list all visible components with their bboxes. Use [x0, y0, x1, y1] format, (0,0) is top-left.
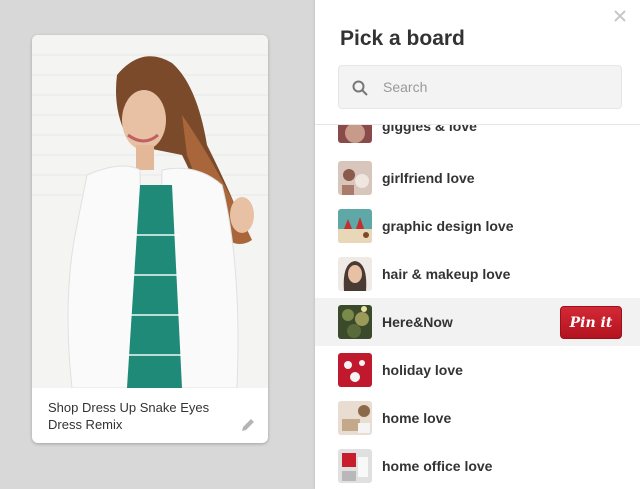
board-list: giggles & love girlfriend love graphic d…	[315, 125, 640, 489]
board-thumbnail	[338, 125, 372, 143]
board-item-selected[interactable]: Here&Now Pin it	[315, 298, 640, 346]
board-item[interactable]: home love	[315, 394, 640, 442]
close-icon[interactable]	[612, 8, 628, 24]
panel-title: Pick a board	[340, 27, 465, 50]
board-name: Here&Now	[382, 314, 453, 330]
search-icon	[351, 79, 369, 97]
board-thumbnail	[338, 257, 372, 291]
board-thumbnail	[338, 353, 372, 387]
board-picker-panel: Pick a board giggles & love girlfriend l…	[315, 0, 640, 489]
board-name: giggles & love	[382, 125, 477, 134]
board-thumbnail	[338, 209, 372, 243]
board-thumbnail	[338, 305, 372, 339]
board-name: home office love	[382, 458, 493, 474]
board-name: holiday love	[382, 362, 463, 378]
board-thumbnail	[338, 161, 372, 195]
board-name: graphic design love	[382, 218, 514, 234]
board-name: home love	[382, 410, 452, 426]
board-name: girlfriend love	[382, 170, 475, 186]
board-item[interactable]: girlfriend love	[315, 154, 640, 202]
board-item[interactable]: hair & makeup love	[315, 250, 640, 298]
pin-preview-card: Shop Dress Up Snake Eyes Dress Remix	[32, 35, 268, 443]
board-thumbnail	[338, 401, 372, 435]
search-box[interactable]	[338, 65, 622, 109]
search-input[interactable]	[383, 66, 613, 108]
pencil-icon[interactable]	[240, 417, 256, 433]
board-name: hair & makeup love	[382, 266, 511, 282]
board-item[interactable]: holiday love	[315, 346, 640, 394]
board-item[interactable]: graphic design love	[315, 202, 640, 250]
board-item[interactable]: home office love	[315, 442, 640, 489]
board-item[interactable]: giggles & love	[315, 125, 640, 150]
board-thumbnail	[338, 449, 372, 483]
pin-caption: Shop Dress Up Snake Eyes Dress Remix	[48, 400, 210, 432]
pin-it-button[interactable]: Pin it	[560, 306, 622, 339]
pin-image	[32, 35, 268, 388]
